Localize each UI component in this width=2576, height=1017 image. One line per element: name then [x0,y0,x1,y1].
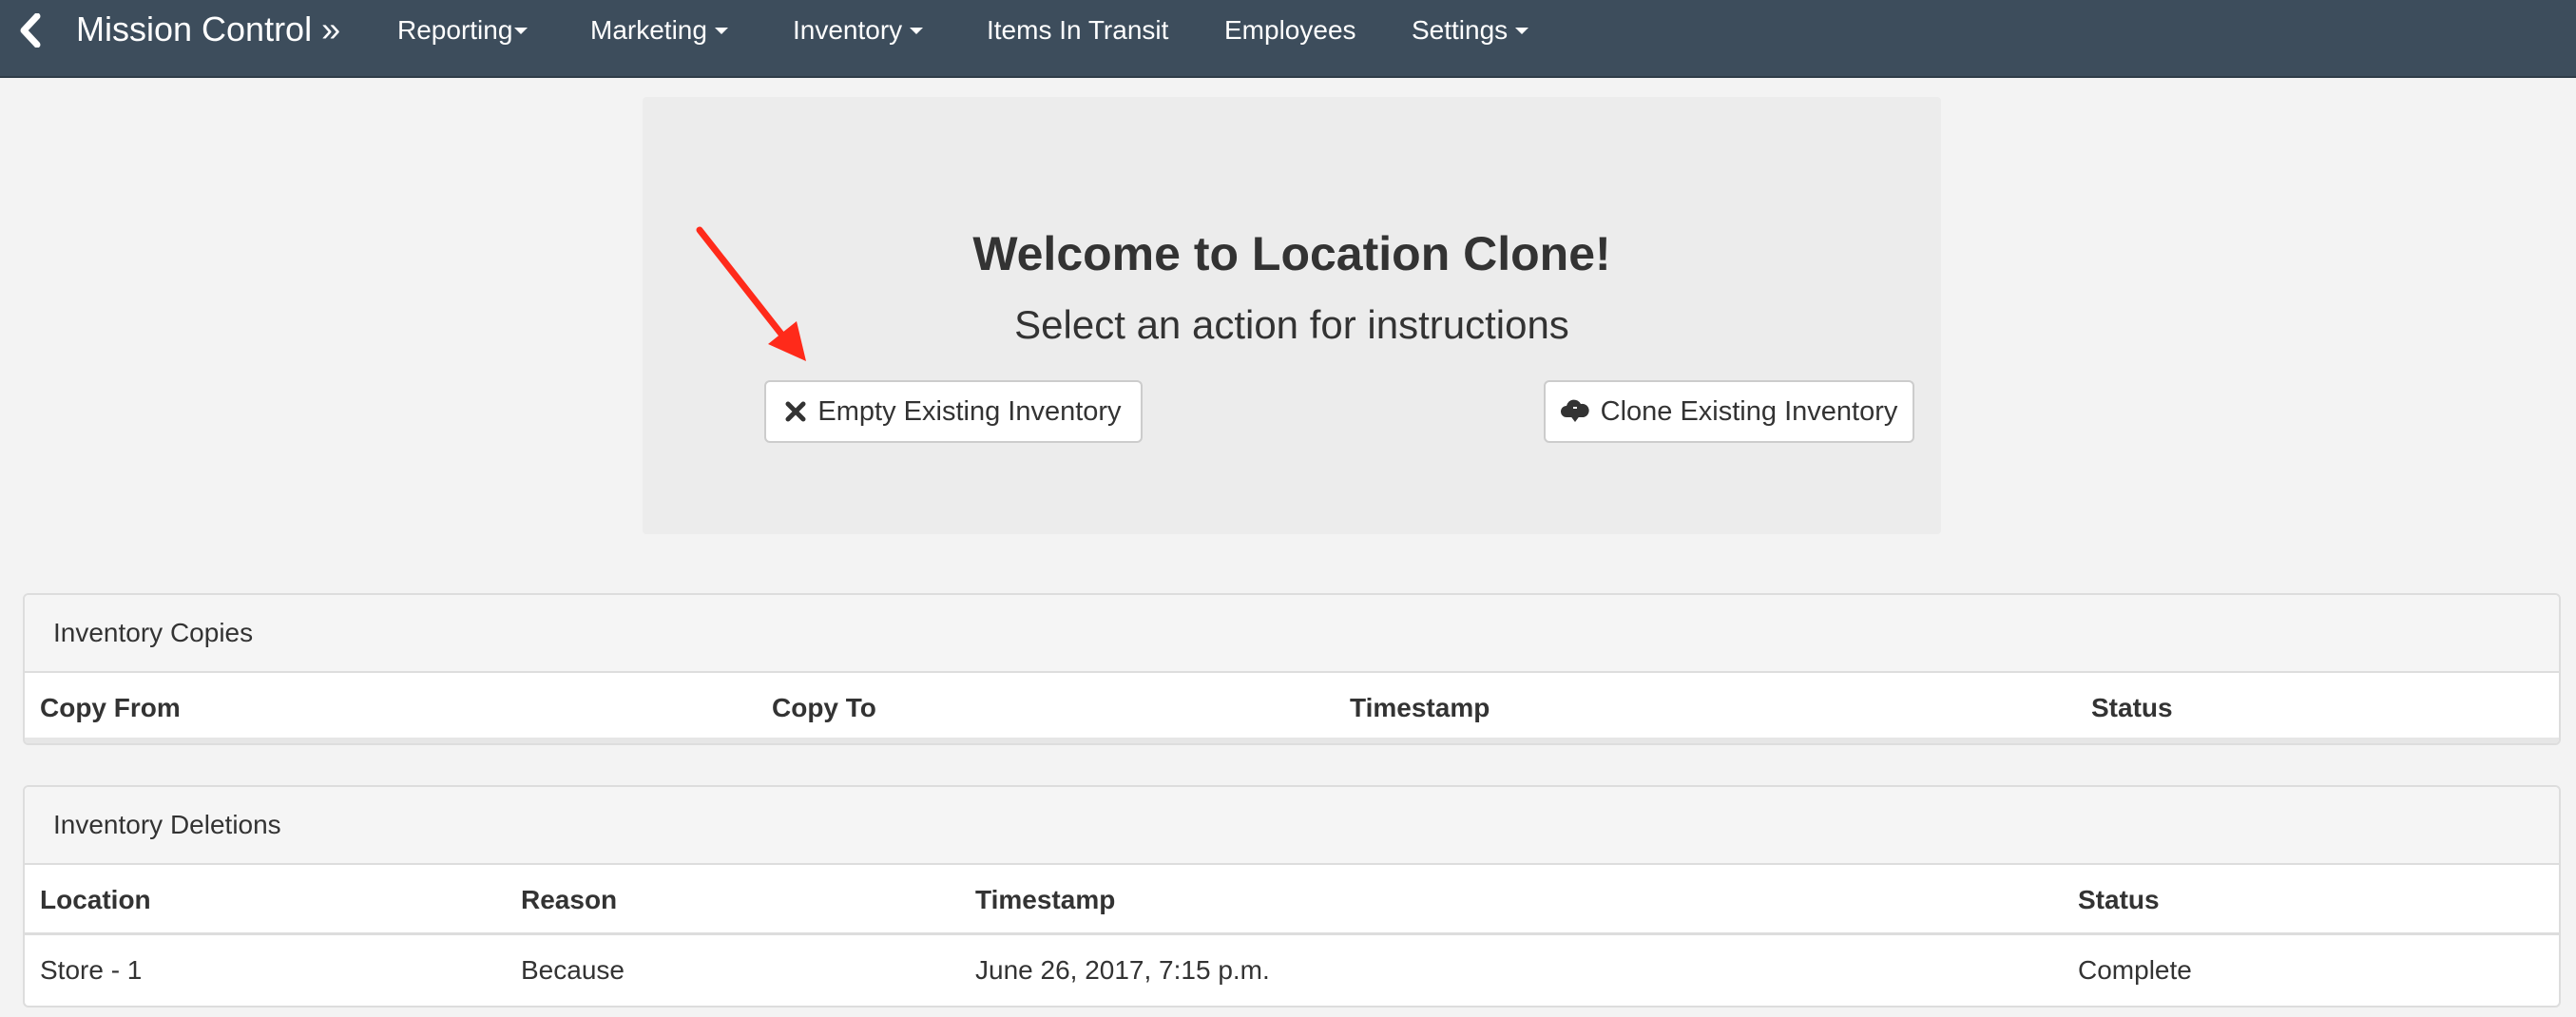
nav-item-label: Inventory [793,15,903,45]
nav-item-label: Settings [1412,15,1509,45]
inventory-copies-panel: Inventory Copies Copy From Copy To Times… [23,593,2561,745]
page-title: Welcome to Location Clone! [972,227,1611,280]
clone-existing-inventory-button[interactable]: Clone Existing Inventory [1544,380,1914,443]
close-icon [785,401,806,422]
top-navbar: Mission Control» Reporting Marketing Inv… [0,0,2576,78]
location-cell: Store - 1 [40,955,143,985]
nav-item-items-in-transit[interactable]: Items In Transit [987,13,1168,48]
nav-item-settings[interactable]: Settings [1412,13,1529,48]
nav-item-marketing[interactable]: Marketing [590,13,728,48]
brand-suffix: » [321,10,341,48]
column-header: Status [2078,885,2160,914]
nav-item-label: Reporting [397,15,513,45]
empty-existing-inventory-button[interactable]: Empty Existing Inventory [764,380,1143,443]
status-cell: Complete [2078,955,2192,985]
caret-down-icon [514,28,529,35]
back-chevron-icon[interactable] [13,13,48,48]
column-header: Copy To [772,693,876,722]
table-row: Store - 1 Because June 26, 2017, 7:15 p.… [25,935,2559,1006]
reason-cell: Because [521,955,625,985]
table-header-row: Copy From Copy To Timestamp Status [25,673,2559,743]
column-header: Status [2091,693,2173,722]
column-header: Timestamp [1350,693,1490,722]
nav-item-employees[interactable]: Employees [1224,13,1356,48]
brand-link[interactable]: Mission Control» [76,9,340,50]
caret-down-icon [714,28,728,35]
panel-heading: Inventory Copies [25,595,2559,673]
timestamp-cell: June 26, 2017, 7:15 p.m. [975,955,1270,985]
caret-down-icon [910,28,924,35]
inventory-deletions-panel: Inventory Deletions Location Reason Time… [23,785,2561,1007]
clone-button-label: Clone Existing Inventory [1600,395,1898,427]
nav-item-reporting[interactable]: Reporting [397,13,529,48]
table-header-row: Location Reason Timestamp Status [25,865,2559,935]
column-header: Reason [521,885,618,914]
red-arrow-icon [696,226,806,361]
column-header: Copy From [40,693,181,722]
nav-item-label: Items In Transit [987,15,1169,45]
brand-title: Mission Control [76,10,313,48]
column-header: Location [40,885,151,914]
nav-item-label: Employees [1224,15,1356,45]
cloud-download-icon [1560,398,1589,425]
caret-down-icon [1515,28,1529,35]
panel-heading: Inventory Deletions [25,787,2559,865]
empty-button-label: Empty Existing Inventory [817,395,1122,427]
welcome-jumbotron: Welcome to Location Clone! Select an act… [643,97,1941,534]
nav-item-label: Marketing [590,15,707,45]
nav-item-inventory[interactable]: Inventory [793,13,924,48]
column-header: Timestamp [975,885,1116,914]
page-subtitle: Select an action for instructions [1014,302,1569,347]
